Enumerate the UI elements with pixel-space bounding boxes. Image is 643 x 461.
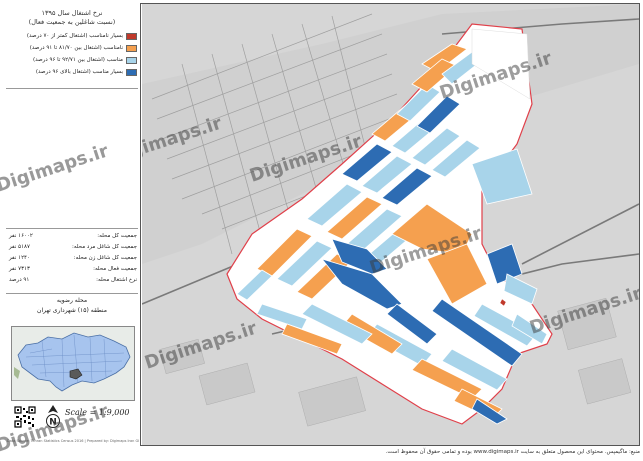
divider: [6, 88, 138, 89]
divider: [6, 293, 138, 294]
map-svg: Digimaps.ir Digimaps.ir Digimaps.ir Digi…: [142, 4, 639, 445]
stat-value: ۷۳۱۳ نفر: [9, 266, 30, 272]
stat-label: جمعیت کل محله:: [97, 233, 137, 239]
divider: [6, 228, 138, 229]
swatch-very-good: [126, 69, 137, 76]
swatch-good: [126, 57, 137, 64]
main-map[interactable]: Digimaps.ir Digimaps.ir Digimaps.ir Digi…: [142, 4, 639, 445]
legend-label: مناسب (اشتغال بین ۹۲/۷۱ تا ۹۶ درصد): [32, 57, 123, 63]
swatch-poor: [126, 45, 137, 52]
legend-title-line2: (نسبت شاغلین به جمعیت فعال): [28, 18, 116, 26]
legend-panel: نرخ اشتغال سال ۱۳۹۵ (نسبت شاغلین به جمعی…: [3, 3, 141, 446]
legend-label: بسیار مناسب (اشتغال بالای ۹۶ درصد): [35, 69, 123, 75]
legend-label: نامناسب (اشتغال بین ۸۱/۷۰ تا ۹۱ درصد): [29, 45, 123, 51]
stat-label: نرخ اشتغال محله:: [96, 277, 137, 283]
stat-value: ۹۱ درصد: [9, 277, 30, 283]
inset-svg: [14, 332, 131, 392]
legend-item-good: مناسب (اشتغال بین ۹۲/۷۱ تا ۹۶ درصد): [7, 56, 137, 66]
stat-label: جمعیت فعال محله:: [93, 266, 137, 272]
stat-label: جمعیت کل شاغل زن محله:: [73, 255, 137, 261]
swatch-very-poor: [126, 33, 137, 40]
legend-item-poor: نامناسب (اشتغال بین ۸۱/۷۰ تا ۹۱ درصد): [7, 44, 137, 54]
stat-male-employed: جمعیت کل شاغل مرد محله: ۵۱۸۷ نفر: [7, 244, 137, 253]
location-title: محله رضویه: [56, 297, 88, 304]
location-subtitle: منطقه (۱۵) شهرداری تهران: [37, 307, 107, 314]
stat-value: ۵۱۸۷ نفر: [9, 244, 30, 250]
footer-text: منبع: ماگیمپس. محتوای این محصول متعلق به…: [385, 449, 640, 455]
stat-female-employed: جمعیت کل شاغل زن محله: ۱۲۴۰ نفر: [7, 255, 137, 264]
stat-value: ۱۶۰۰۲ نفر: [9, 233, 33, 239]
location-inset-map: [11, 326, 135, 401]
stat-label: جمعیت کل شاغل مرد محله:: [72, 244, 137, 250]
legend-title-line1: نرخ اشتغال سال ۱۳۹۵: [41, 9, 103, 17]
legend-item-very-good: بسیار مناسب (اشتغال بالای ۹۶ درصد): [7, 68, 137, 78]
stat-employment-rate: نرخ اشتغال محله: ۹۱ درصد: [7, 277, 137, 286]
stat-active-population: جمعیت فعال محله: ۷۳۱۳ نفر: [7, 266, 137, 275]
legend-label: بسیار نامناسب (اشتغال کمتر از ۷۰ درصد): [26, 33, 123, 39]
stat-value: ۱۲۴۰ نفر: [9, 255, 30, 261]
legend-item-very-poor: بسیار نامناسب (اشتغال کمتر از ۷۰ درصد): [7, 32, 137, 42]
stat-total-population: جمعیت کل محله: ۱۶۰۰۲ نفر: [7, 233, 137, 242]
